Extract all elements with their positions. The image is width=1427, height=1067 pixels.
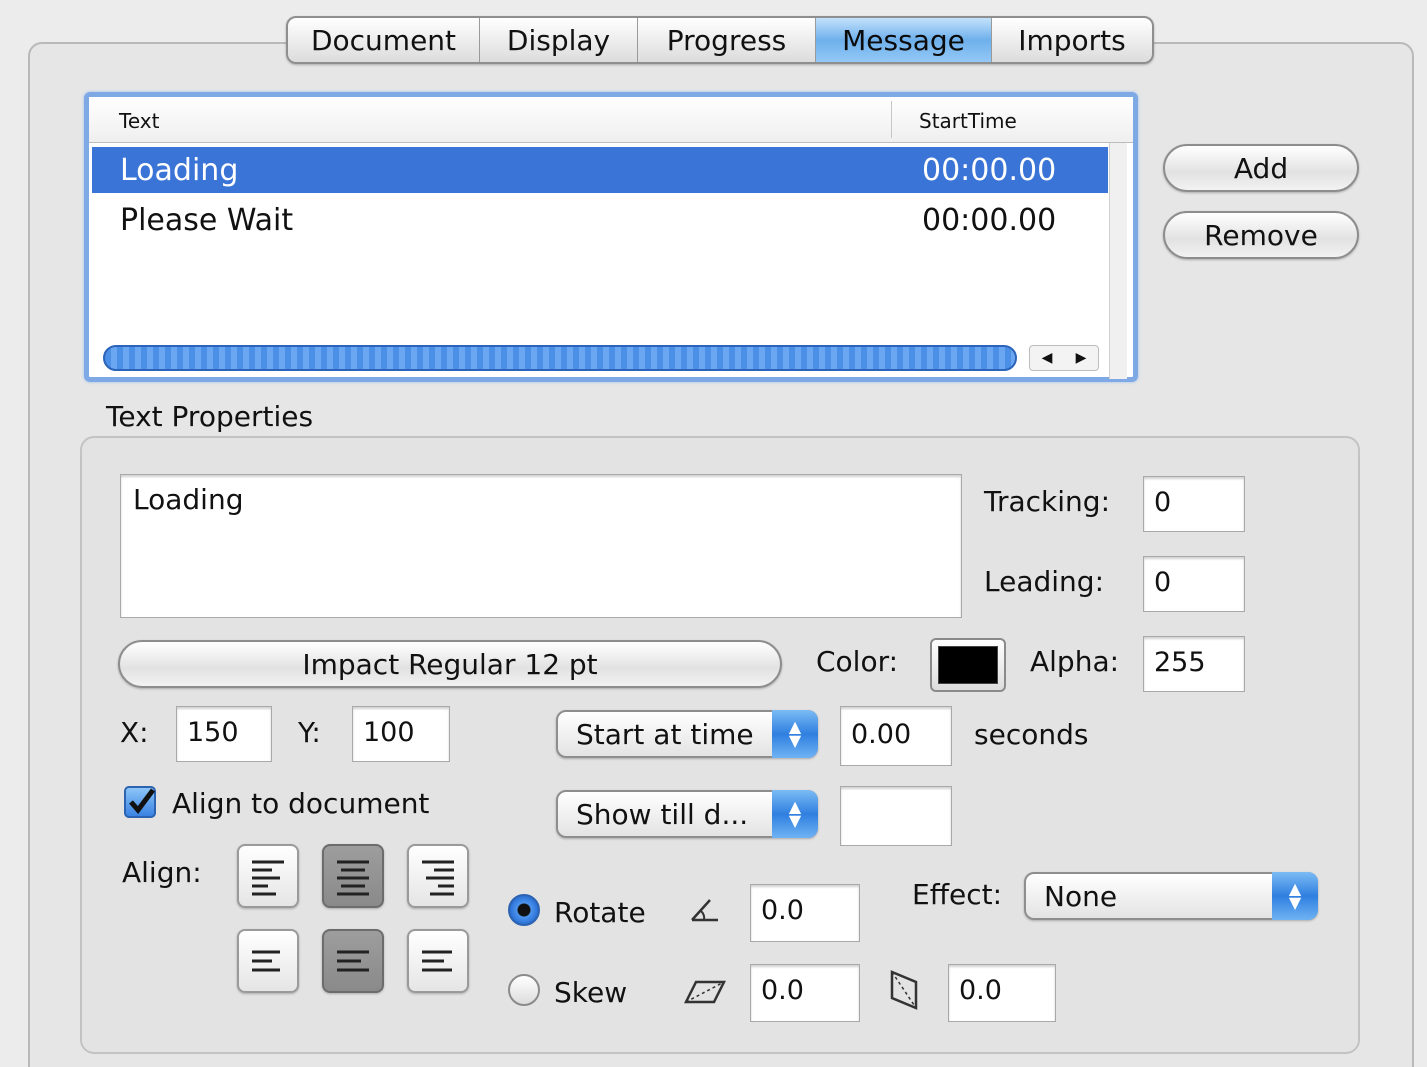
add-button[interactable]: Add xyxy=(1163,144,1359,192)
alpha-field[interactable]: 255 xyxy=(1143,636,1245,692)
align-bottom-right-button[interactable] xyxy=(407,929,469,993)
message-list[interactable]: Text StartTime Loading 00:00.00 Please W… xyxy=(84,92,1138,382)
list-item[interactable]: Please Wait 00:00.00 xyxy=(92,197,1108,243)
end-mode-popup[interactable]: Show till d... ▲ ▼ xyxy=(556,790,818,838)
tab-progress[interactable]: Progress xyxy=(638,18,816,62)
tab-display[interactable]: Display xyxy=(480,18,638,62)
tab-document[interactable]: Document xyxy=(288,18,480,62)
align-top-right-button[interactable] xyxy=(407,844,469,908)
align-top-left-button[interactable] xyxy=(237,844,299,908)
align-center-icon xyxy=(337,860,369,896)
color-swatch xyxy=(938,646,998,684)
skew-label[interactable]: Skew xyxy=(554,976,627,1009)
rotate-angle-field[interactable]: 0.0 xyxy=(750,884,860,942)
start-mode-value: Start at time xyxy=(576,717,754,751)
list-item-start-time: 00:00.00 xyxy=(922,203,1057,238)
angle-icon xyxy=(690,896,720,929)
y-field[interactable]: 100 xyxy=(352,706,450,762)
effect-label: Effect: xyxy=(912,878,1003,911)
column-header-text[interactable]: Text xyxy=(119,109,159,133)
align-top-center-button[interactable] xyxy=(322,844,384,908)
scroll-arrows[interactable]: ◀ ▶ xyxy=(1029,345,1099,371)
align-bottom-center-button[interactable] xyxy=(322,929,384,993)
align-to-document-checkbox[interactable] xyxy=(124,786,156,818)
horizontal-scrollbar[interactable] xyxy=(103,345,1017,371)
color-label: Color: xyxy=(816,645,899,678)
color-well[interactable] xyxy=(930,638,1006,692)
align-center-icon xyxy=(337,950,369,972)
message-text-area[interactable]: Loading xyxy=(120,474,962,618)
align-right-icon xyxy=(422,860,454,896)
start-mode-popup[interactable]: Start at time ▲ ▼ xyxy=(556,710,818,758)
list-item-text: Please Wait xyxy=(120,203,294,238)
leading-field[interactable]: 0 xyxy=(1143,556,1245,612)
start-time-field[interactable]: 0.00 xyxy=(840,706,952,766)
seconds-label: seconds xyxy=(974,718,1089,751)
x-field[interactable]: 150 xyxy=(176,706,272,762)
skew-y-field[interactable]: 0.0 xyxy=(948,964,1056,1022)
tracking-label: Tracking: xyxy=(984,485,1110,518)
checkmark-icon xyxy=(129,788,155,814)
skew-vertical-icon xyxy=(890,970,918,1017)
list-item-start-time: 00:00.00 xyxy=(922,153,1057,188)
tab-imports[interactable]: Imports xyxy=(992,18,1152,62)
tab-message[interactable]: Message xyxy=(816,18,992,62)
effect-value: None xyxy=(1044,879,1118,913)
popup-arrows-icon: ▲ ▼ xyxy=(772,790,818,838)
column-header-start-time[interactable]: StartTime xyxy=(919,109,1017,133)
rotate-label[interactable]: Rotate xyxy=(554,896,646,929)
x-label: X: xyxy=(120,716,149,749)
scroll-left-icon[interactable]: ◀ xyxy=(1042,350,1053,366)
align-bottom-left-button[interactable] xyxy=(237,929,299,993)
popup-arrows-icon: ▲ ▼ xyxy=(772,710,818,758)
rotate-radio[interactable] xyxy=(508,894,540,926)
leading-label: Leading: xyxy=(984,565,1104,598)
skew-radio[interactable] xyxy=(508,974,540,1006)
skew-x-field[interactable]: 0.0 xyxy=(750,964,860,1022)
alpha-label: Alpha: xyxy=(1030,645,1120,678)
align-left-icon xyxy=(252,860,284,896)
y-label: Y: xyxy=(298,716,321,749)
vertical-scrollbar[interactable] xyxy=(1109,143,1127,379)
align-label: Align: xyxy=(122,856,202,889)
skew-horizontal-icon xyxy=(683,978,727,1011)
align-right-icon xyxy=(422,950,452,972)
end-time-field[interactable] xyxy=(840,786,952,846)
remove-button[interactable]: Remove xyxy=(1163,211,1359,259)
text-properties-label: Text Properties xyxy=(106,400,314,433)
align-left-icon xyxy=(252,950,280,972)
font-button[interactable]: Impact Regular 12 pt xyxy=(118,640,782,688)
list-item[interactable]: Loading 00:00.00 xyxy=(92,147,1108,193)
tracking-field[interactable]: 0 xyxy=(1143,476,1245,532)
scroll-right-icon[interactable]: ▶ xyxy=(1076,350,1087,366)
tab-bar: Document Display Progress Message Import… xyxy=(286,16,1154,64)
list-header: Text StartTime xyxy=(89,97,1133,143)
effect-popup[interactable]: None ▲ ▼ xyxy=(1024,872,1318,920)
align-to-document-label[interactable]: Align to document xyxy=(172,787,429,820)
list-item-text: Loading xyxy=(120,153,239,188)
popup-arrows-icon: ▲ ▼ xyxy=(1272,872,1318,920)
end-mode-value: Show till d... xyxy=(576,797,749,831)
